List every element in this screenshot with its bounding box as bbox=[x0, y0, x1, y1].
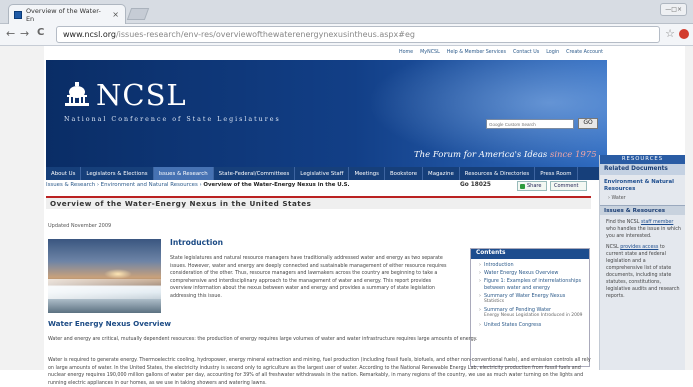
nav-press-room[interactable]: Press Room bbox=[535, 167, 578, 180]
browser-tab[interactable]: Overview of the Water-En × bbox=[8, 4, 126, 24]
tab-title: Overview of the Water-En bbox=[25, 6, 101, 23]
staff-text-pre: Find the NCSL bbox=[606, 220, 641, 225]
share-icon bbox=[520, 183, 525, 189]
provides-access-link[interactable]: provides access bbox=[620, 245, 658, 250]
right-sidebar: RESOURCES Related Documents Environment … bbox=[599, 155, 685, 370]
contents-list: Introduction Water Energy Nexus Overview… bbox=[471, 259, 589, 328]
util-link-help[interactable]: Help & Member Services bbox=[447, 50, 506, 60]
main-navigation: About Us Legislators & Elections Issues … bbox=[46, 167, 607, 180]
ncsl-logo-subtitle: National Conference of State Legislature… bbox=[64, 116, 281, 123]
access-text-pre: NCSL bbox=[606, 245, 621, 250]
browser-tabstrip: Overview of the Water-En × —□× bbox=[0, 0, 693, 24]
util-link-create-account[interactable]: Create Account bbox=[566, 50, 603, 60]
share-label: Share bbox=[527, 183, 542, 189]
web-page: Home MyNCSL Help & Member Services Conta… bbox=[44, 46, 685, 386]
forum-tagline: The Forum for America's Ideas since 1975 bbox=[414, 150, 597, 160]
resources-heading: RESOURCES bbox=[600, 155, 685, 164]
issues-resources-heading[interactable]: Issues & Resources bbox=[600, 205, 685, 215]
forward-arrow-icon[interactable]: → bbox=[20, 27, 29, 40]
search-input[interactable] bbox=[486, 119, 574, 129]
niagara-falls-photo bbox=[48, 239, 161, 313]
contents-item[interactable]: Water Energy Nexus Overview bbox=[479, 270, 585, 276]
nav-meetings[interactable]: Meetings bbox=[349, 167, 385, 180]
reload-icon[interactable]: C bbox=[37, 27, 44, 38]
new-tab-button[interactable] bbox=[126, 8, 150, 20]
contents-item[interactable]: Summary of Water Energy NexusStatistics bbox=[479, 293, 585, 305]
util-link-contact[interactable]: Contact Us bbox=[513, 50, 539, 60]
breadcrumb-current: Overview of the Water-Energy Nexus in th… bbox=[203, 182, 350, 188]
utility-links: Home MyNCSL Help & Member Services Conta… bbox=[46, 46, 607, 60]
util-link-home[interactable]: Home bbox=[399, 50, 413, 60]
staff-member-link[interactable]: staff member bbox=[641, 220, 673, 225]
share-button[interactable]: Share bbox=[517, 181, 547, 191]
breadcrumb: Issues & Research › Environment and Natu… bbox=[46, 182, 350, 188]
bookmark-star-icon[interactable]: ☆ bbox=[665, 27, 675, 40]
contents-item[interactable]: United States Congress bbox=[479, 322, 585, 328]
wen-paragraph-2: Water is required to generate energy. Th… bbox=[48, 358, 591, 386]
contents-item-label[interactable]: Summary of Water Energy Nexus bbox=[484, 293, 565, 299]
contents-item-label[interactable]: Figure 1: Examples of interrelationships… bbox=[484, 278, 581, 290]
access-text-post: to current state and federal legislation… bbox=[606, 245, 680, 299]
tab-close-icon[interactable]: × bbox=[112, 10, 119, 19]
nav-bookstore[interactable]: Bookstore bbox=[385, 167, 424, 180]
wen-heading: Water Energy Nexus Overview bbox=[48, 319, 171, 328]
page-margin-left bbox=[0, 46, 44, 370]
env-resources-link[interactable]: Environment & Natural Resources bbox=[600, 175, 685, 193]
page-title: Overview of the Water-Energy Nexus in th… bbox=[46, 196, 591, 209]
site-banner: NCSL National Conference of State Legisl… bbox=[46, 60, 607, 167]
nav-about-us[interactable]: About Us bbox=[46, 167, 82, 180]
water-link[interactable]: › Water bbox=[600, 193, 685, 201]
contents-heading: Contents bbox=[471, 249, 589, 259]
contents-item-label[interactable]: United States Congress bbox=[484, 322, 541, 328]
nav-resources-directories[interactable]: Resources & Directories bbox=[460, 167, 536, 180]
nav-legislative-staff[interactable]: Legislative Staff bbox=[295, 167, 350, 180]
back-arrow-icon[interactable]: ← bbox=[6, 27, 15, 40]
photo-sun bbox=[104, 269, 132, 279]
extension-icon[interactable] bbox=[679, 29, 689, 39]
provides-access-text: NCSL provides access to current state an… bbox=[600, 240, 685, 300]
contents-item[interactable]: Introduction bbox=[479, 262, 585, 268]
nav-magazine[interactable]: Magazine bbox=[423, 167, 460, 180]
contents-item-sub: Statistics bbox=[484, 299, 505, 305]
window-controls[interactable]: —□× bbox=[660, 3, 687, 16]
breadcrumb-path[interactable]: Issues & Research › Environment and Natu… bbox=[46, 182, 202, 188]
comment-button[interactable]: Comment bbox=[550, 181, 587, 191]
wen-paragraph-1: Water and energy are critical, mutually … bbox=[48, 337, 478, 342]
page-margin-right bbox=[685, 46, 693, 370]
related-documents-heading: Related Documents bbox=[600, 164, 685, 175]
address-bar[interactable]: www.ncsl.org/issues-research/env-res/ove… bbox=[56, 26, 660, 43]
contents-box: Contents Introduction Water Energy Nexus… bbox=[470, 248, 590, 367]
util-link-login[interactable]: Login bbox=[546, 50, 559, 60]
since-text: since 1975 bbox=[549, 150, 597, 160]
staff-member-text: Find the NCSL staff member who handles t… bbox=[600, 215, 685, 240]
staff-text-post: who handles the issue in which you are i… bbox=[606, 227, 681, 239]
contents-item-label[interactable]: Water Energy Nexus Overview bbox=[484, 270, 558, 276]
intro-heading: Introduction bbox=[170, 238, 224, 247]
capitol-dome-icon bbox=[65, 82, 89, 106]
contents-item[interactable]: Figure 1: Examples of interrelationships… bbox=[479, 278, 585, 290]
util-link-myncsl[interactable]: MyNCSL bbox=[420, 50, 440, 60]
contents-item[interactable]: Summary of Pending WaterEnergy Nexus Leg… bbox=[479, 307, 585, 319]
photo-mist bbox=[48, 279, 161, 299]
updated-date: Updated November 2009 bbox=[48, 223, 112, 229]
contents-item-sub: Energy Nexus Legislation Introduced in 2… bbox=[484, 313, 583, 319]
browser-toolbar: ← → C www.ncsl.org/issues-research/env-r… bbox=[0, 24, 693, 46]
contents-item-label[interactable]: Introduction bbox=[484, 262, 514, 268]
ncsl-favicon-icon bbox=[14, 10, 22, 19]
url-path: /issues-research/env-res/overviewofthewa… bbox=[115, 30, 415, 39]
url-host: www.ncsl.org bbox=[63, 30, 116, 39]
intro-text: State legislatures and natural resource … bbox=[170, 256, 447, 299]
search-go-button[interactable]: GO bbox=[578, 118, 598, 129]
nav-legislators-elections[interactable]: Legislators & Elections bbox=[81, 167, 154, 180]
go-id: Go 18025 bbox=[460, 182, 491, 188]
forum-text: The Forum for America's Ideas bbox=[414, 150, 548, 160]
nav-state-federal[interactable]: State-Federal/Committees bbox=[214, 167, 296, 180]
nav-issues-research[interactable]: Issues & Research bbox=[153, 167, 214, 180]
ncsl-logo-text[interactable]: NCSL bbox=[96, 78, 187, 112]
